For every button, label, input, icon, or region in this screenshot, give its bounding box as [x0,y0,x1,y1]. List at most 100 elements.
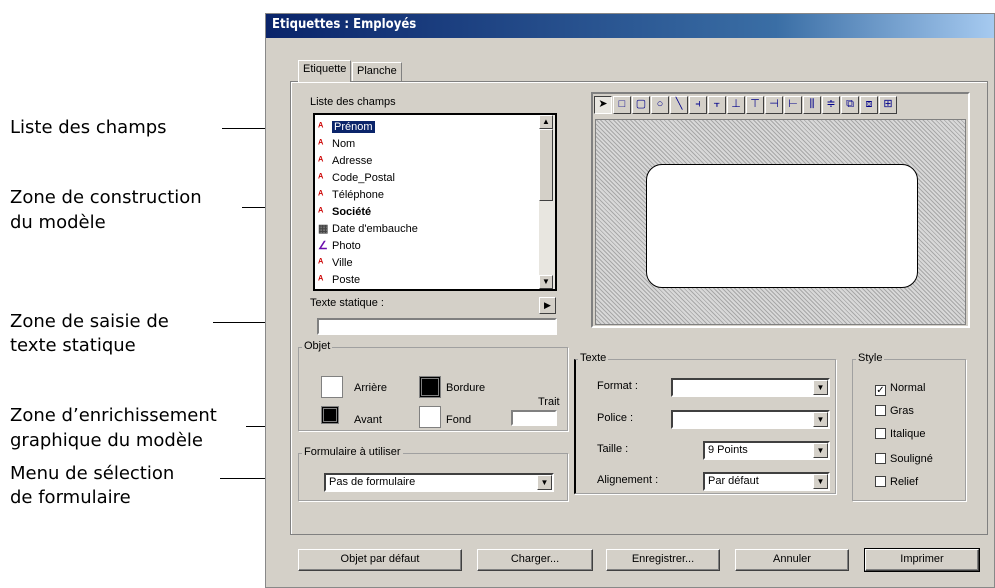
checkbox-souligne[interactable]: Souligné [875,453,933,466]
formulaire-select[interactable]: Pas de formulaire ▼ [324,473,554,492]
line-width-field[interactable] [511,410,557,426]
scroll-thumb[interactable] [539,129,553,201]
window-title: Etiquettes : Employés [272,17,417,32]
distribute-h-icon[interactable]: ⫼ [803,96,821,114]
save-button[interactable]: Enregistrer... [606,549,720,571]
list-item[interactable]: ᴬ Prénom [318,119,375,136]
list-item[interactable]: ᴬ Téléphone [318,187,384,204]
insert-arrow-icon[interactable]: ▶ [539,297,556,314]
taille-label: Taille : [597,443,629,455]
callout-zone-saisie-1: Zone de saisie de [10,311,169,332]
send-back-icon[interactable]: ⧈ [860,96,878,114]
list-item[interactable]: ▦ Date d'embauche [318,221,418,238]
align-top-icon[interactable]: ⊤ [746,96,764,114]
align-left-icon[interactable]: ⫞ [689,96,707,114]
taille-select[interactable]: 9 Points ▼ [703,441,830,460]
list-item[interactable]: ᴬ Code_Postal [318,170,395,187]
callout-zone-construction-2: du modèle [10,212,106,233]
static-text-input[interactable] [317,318,557,335]
distribute-v-icon[interactable]: ≑ [822,96,840,114]
chevron-down-icon[interactable]: ▼ [813,474,828,489]
line-icon[interactable]: ╲ [670,96,688,114]
callout-liste-des-champs: Liste des champs [10,117,167,138]
drawing-toolbar: ➤ □ ▢ ○ ╲ ⫞ ⫟ ⊥ ⊤ ⊣ ⊢ ⫼ ≑ ⧉ ⧈ ⊞ [594,96,897,114]
text-field-icon: ᴬ [318,155,324,167]
chevron-down-icon[interactable]: ▼ [813,380,828,395]
style-group-label: Style [856,352,885,364]
group-icon[interactable]: ⊞ [879,96,897,114]
texte-group-label: Texte [578,352,609,364]
cancel-button[interactable]: Annuler [735,549,849,571]
picture-field-icon: ∠ [318,240,328,252]
align-right-icon[interactable]: ⫟ [708,96,726,114]
format-select[interactable]: ▼ [671,378,830,397]
formulaire-group-label: Formulaire à utiliser [302,446,403,458]
text-field-icon: ᴬ [318,257,324,269]
border-color-swatch[interactable] [419,376,441,398]
bordure-label: Bordure [446,382,486,394]
scroll-down-icon[interactable]: ▼ [539,275,553,289]
rounded-rectangle-icon[interactable]: ▢ [632,96,650,114]
avant-label: Avant [354,414,382,426]
text-field-icon: ᴬ [318,172,324,184]
align-center-v-icon[interactable]: ⊢ [784,96,802,114]
labels-dialog: Etiquettes : Employés Etiquette Planche … [265,13,995,588]
text-field-icon: ᴬ [318,189,324,201]
police-select[interactable]: ▼ [671,410,830,429]
align-bottom-icon[interactable]: ⊥ [727,96,745,114]
callout-zone-construction-1: Zone de construction [10,187,202,208]
tab-etiquette[interactable]: Etiquette [298,60,352,82]
fields-listbox[interactable]: ᴬ Prénom ᴬ Nom ᴬ Adresse ᴬ Code_Postal ᴬ Télé… [313,113,557,291]
tab-planche[interactable]: Planche [352,62,402,82]
fields-scrollbar[interactable]: ▲ ▼ [539,115,555,289]
front-color-swatch[interactable] [321,406,339,424]
text-field-icon: ᴬ [318,206,324,218]
print-button[interactable]: Imprimer [864,548,980,572]
trait-label: Trait [538,396,560,408]
taille-value: 9 Points [708,444,748,456]
list-item[interactable]: ᴬ Poste [318,272,360,289]
callout-menu-1: Menu de sélection [10,463,175,484]
scroll-up-icon[interactable]: ▲ [539,115,553,129]
back-color-swatch[interactable] [321,376,343,398]
fields-label: Liste des champs [310,96,396,108]
chevron-down-icon[interactable]: ▼ [813,443,828,458]
date-field-icon: ▦ [318,223,329,235]
static-text-label: Texte statique : [310,297,384,309]
oval-icon[interactable]: ○ [651,96,669,114]
list-item[interactable]: ᴬ Nom [318,136,355,153]
list-item[interactable]: ᴬ Ville [318,255,353,272]
default-object-button[interactable]: Objet par défaut [298,549,462,571]
list-item[interactable]: ᴬ Adresse [318,153,372,170]
text-field-icon: ᴬ [318,121,324,133]
load-button[interactable]: Charger... [477,549,593,571]
fond-label: Fond [446,414,472,426]
bring-front-icon[interactable]: ⧉ [841,96,859,114]
alignement-select[interactable]: Par défaut ▼ [703,472,830,491]
formulaire-value: Pas de formulaire [329,476,416,488]
checkbox-gras[interactable]: Gras [875,405,914,418]
checkbox-normal[interactable]: ✓ Normal [875,382,925,396]
checkbox-relief[interactable]: Relief [875,476,918,489]
text-field-icon: ᴬ [318,138,324,150]
list-item[interactable]: ᴬ Société [318,204,371,221]
checkbox-italique[interactable]: Italique [875,428,925,441]
chevron-down-icon[interactable]: ▼ [813,412,828,427]
align-center-h-icon[interactable]: ⊣ [765,96,783,114]
chevron-down-icon[interactable]: ▼ [537,475,552,490]
list-item[interactable]: ∠ Photo [318,238,361,255]
objet-group-label: Objet [302,340,333,352]
rectangle-icon[interactable]: □ [613,96,631,114]
callout-zone-saisie-2: texte statique [10,335,136,356]
fill-color-swatch[interactable] [419,406,441,428]
callout-zone-enrich-2: graphique du modèle [10,430,203,451]
format-label: Format : [597,380,638,392]
alignement-value: Par défaut [708,475,759,487]
arriere-label: Arrière [354,382,388,394]
check-icon: ✓ [875,385,886,396]
title-bar[interactable]: Etiquettes : Employés [266,14,994,38]
label-template[interactable] [646,164,918,288]
pointer-icon[interactable]: ➤ [594,96,612,114]
label-canvas[interactable] [595,119,966,325]
police-label: Police : [597,412,634,424]
